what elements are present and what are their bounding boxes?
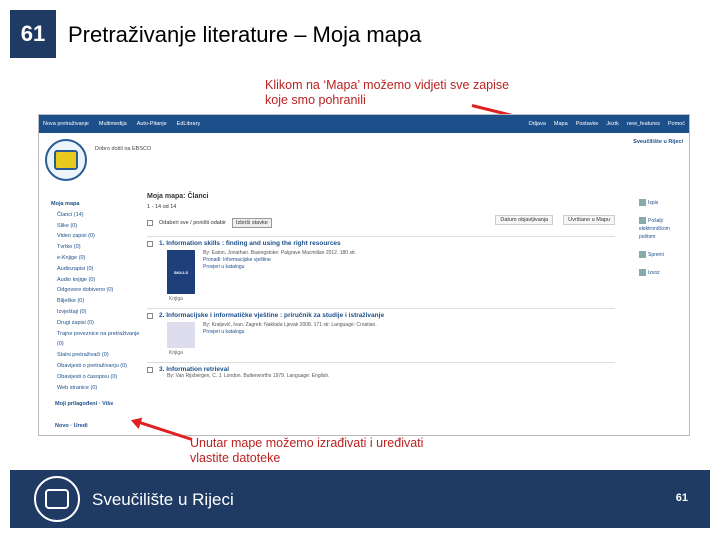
- sort-bar: Datum objavljivanja Uvrštano u Mapu: [495, 215, 615, 225]
- record-checkbox[interactable]: [147, 241, 153, 247]
- sort-select[interactable]: Uvrštano u Mapu: [563, 215, 615, 225]
- tool-label: Ispis: [648, 200, 659, 206]
- nav-item[interactable]: Auto-Pitanje: [137, 121, 167, 127]
- new-folder-link[interactable]: Novo: [55, 423, 69, 429]
- folder-sidebar: Moja mapa Članci (14) Slike (0) Video za…: [51, 199, 147, 393]
- sidebar-item[interactable]: Tvrtke (0): [51, 242, 147, 253]
- nav-item[interactable]: Multimedija: [99, 121, 127, 127]
- nav-item[interactable]: EdLibrary: [177, 121, 201, 127]
- record-title[interactable]: 1. Information skills : finding and usin…: [159, 240, 615, 247]
- nav-right-item[interactable]: Pomoć: [668, 121, 685, 127]
- nav-right-item[interactable]: Odjava: [528, 121, 545, 127]
- more-link[interactable]: Više: [102, 401, 113, 407]
- slide-title: Pretraživanje literature – Moja mapa: [68, 22, 422, 47]
- result-count: 1 - 14 od 14: [147, 204, 177, 210]
- save-icon: [639, 251, 646, 259]
- export-icon: [639, 269, 646, 277]
- university-seal: [34, 476, 80, 522]
- record-meta: By: Kraljević, Ivan. Zagreb: Naklada Lje…: [203, 322, 377, 328]
- result-record: 3. Information retrieval By: Van Rijsber…: [147, 362, 615, 386]
- sidebar-item[interactable]: Bilješke (0): [51, 296, 147, 307]
- print-icon: [639, 199, 646, 207]
- slide-number: 61: [20, 21, 46, 46]
- nav-right-item[interactable]: Jezik: [606, 121, 619, 127]
- catalog-link[interactable]: Provjeri u katalogu: [203, 264, 356, 271]
- record-type: Knjiga: [169, 350, 183, 356]
- delete-items-button[interactable]: Izbriši stavke: [231, 218, 272, 228]
- callout-top: Klikom na ‘Mapa’ možemo vidjeti sve zapi…: [265, 78, 510, 107]
- callout-bottom: Unutar mape možemo izrađivati i uređivat…: [190, 436, 424, 465]
- slide-footer: Sveučilište u Rijeci 61: [10, 470, 710, 528]
- nav-right-item[interactable]: new_features: [627, 121, 660, 127]
- custom-folders: Moji prilagođeni · Više Novo · Uredi: [55, 401, 114, 429]
- result-record: 2. Informacijske i informatičke vještine…: [147, 308, 615, 362]
- nav-mapa-link[interactable]: Mapa: [554, 121, 568, 127]
- sidebar-item[interactable]: Video zapisi (0): [51, 231, 147, 242]
- footer-page-number: 61: [675, 492, 688, 504]
- sidebar-item[interactable]: e-Knjige (0): [51, 253, 147, 264]
- record-meta: By: Van Rijsbergen, C. J. London. Butter…: [167, 373, 330, 379]
- record-title[interactable]: 2. Informacijske i informatičke vještine…: [159, 312, 615, 319]
- record-type: Knjiga: [169, 296, 183, 302]
- book-cover: SKILLS: [167, 250, 195, 294]
- edit-folder-link[interactable]: Uredi: [74, 423, 88, 429]
- footer-university-name: Sveučilište u Rijeci: [92, 490, 234, 509]
- slide-number-box: 61: [10, 10, 56, 58]
- sidebar-item[interactable]: Slike (0): [51, 221, 147, 232]
- tool-save[interactable]: Spremi: [639, 251, 683, 259]
- sidebar-item[interactable]: Trajne poveznice na pretraživanje (0): [51, 329, 147, 351]
- sidebar-item[interactable]: Audiozapisi (0): [51, 264, 147, 275]
- select-all-label: Odaberi sve / poništi odabir: [159, 220, 226, 226]
- folder-title: Moja mapa: Članci: [147, 193, 209, 200]
- sidebar-item[interactable]: Članci (14): [51, 210, 147, 221]
- sidebar-item[interactable]: Drugi zapisi (0): [51, 318, 147, 329]
- browser-screenshot: Nova pretraživanje Multimedija Auto-Pita…: [38, 114, 690, 436]
- sidebar-item[interactable]: Obavijesti o pretraživanju (0): [51, 361, 147, 372]
- select-all-checkbox[interactable]: [147, 220, 153, 226]
- tool-email[interactable]: Pošalji elektroničkom poštom: [639, 217, 683, 241]
- sidebar-item[interactable]: Odgovore dobiveno (0): [51, 285, 147, 296]
- record-link[interactable]: Pronađi: Informacijske vještine: [203, 257, 356, 264]
- sidebar-head[interactable]: Moja mapa: [51, 199, 147, 210]
- tools-panel: Ispis Pošalji elektroničkom poštom Sprem…: [639, 199, 683, 287]
- tool-print[interactable]: Ispis: [639, 199, 683, 207]
- record-checkbox[interactable]: [147, 313, 153, 319]
- sidebar-item[interactable]: Audio knjige (0): [51, 275, 147, 286]
- nav-right-item[interactable]: Postavke: [576, 121, 599, 127]
- record-title[interactable]: 3. Information retrieval: [159, 366, 615, 373]
- sidebar-item[interactable]: Web stranice (0): [51, 383, 147, 394]
- catalog-link[interactable]: Provjeri u katalogu: [203, 329, 377, 336]
- record-meta: By: Eaton, Jonathan. Basingstoke: Palgra…: [203, 250, 357, 256]
- university-logo: [45, 139, 87, 181]
- folder-main: Moja mapa: Članci 1 - 14 od 14 Datum obj…: [147, 193, 615, 386]
- tool-export[interactable]: Izvoz: [639, 269, 683, 277]
- tool-label: Izvoz: [648, 270, 660, 276]
- welcome-text: Dobro došli na EBSCO: [95, 146, 152, 152]
- result-record: 1. Information skills : finding and usin…: [147, 236, 615, 308]
- sidebar-item[interactable]: Obavijesti o časopisu (0): [51, 372, 147, 383]
- book-cover: [167, 322, 195, 348]
- custom-folders-label[interactable]: Moji prilagođeni: [55, 401, 97, 407]
- email-icon: [639, 217, 646, 225]
- record-checkbox[interactable]: [147, 367, 153, 373]
- university-link[interactable]: Sveučilište u Rijeci: [633, 139, 683, 145]
- sidebar-item[interactable]: Izvještaji (0): [51, 307, 147, 318]
- top-navbar: Nova pretraživanje Multimedija Auto-Pita…: [39, 115, 689, 133]
- sidebar-item[interactable]: Stalni pretraživači (0): [51, 350, 147, 361]
- sort-select[interactable]: Datum objavljivanja: [495, 215, 554, 225]
- tool-label: Spremi: [648, 252, 664, 258]
- nav-item[interactable]: Nova pretraživanje: [43, 121, 89, 127]
